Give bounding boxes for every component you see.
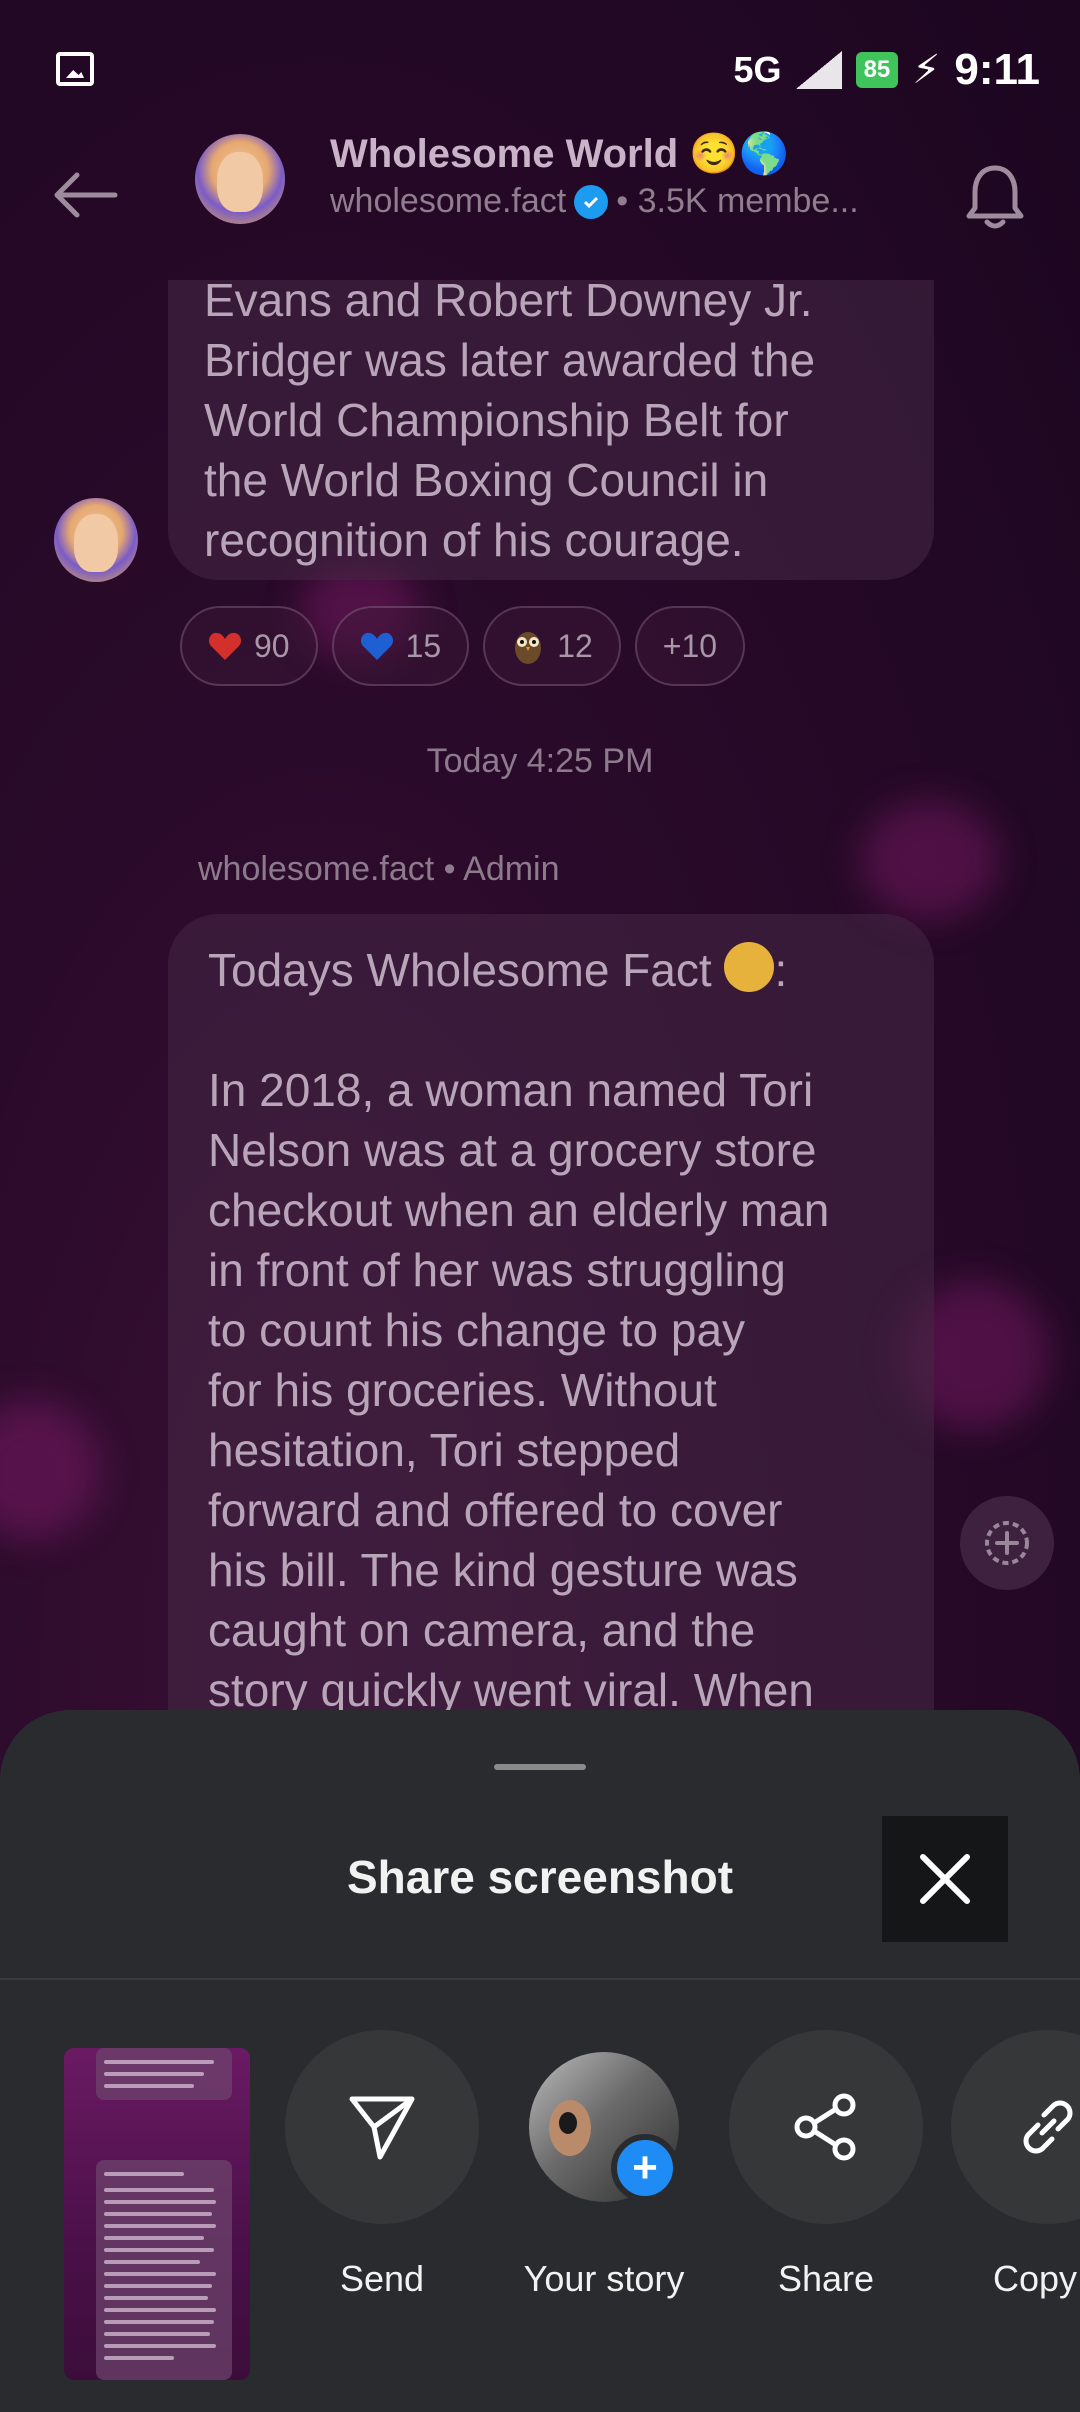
reaction-count: +10 (662, 627, 718, 664)
story-button[interactable]: + (507, 2030, 701, 2224)
status-icons: 5G 85 ⚡ 9:11 (734, 40, 1040, 100)
smiling-face-icon (724, 942, 775, 992)
send-button[interactable] (285, 2030, 479, 2224)
share-option-send[interactable]: Send (284, 2030, 480, 2300)
divider (0, 1978, 1080, 1980)
verified-badge-icon (574, 184, 609, 219)
share-label: Share (777, 2258, 875, 2299)
add-reaction-icon (985, 1521, 1029, 1565)
reaction-chip-blue-heart[interactable]: 15 (331, 606, 470, 686)
reaction-count: 15 (405, 627, 442, 664)
message-bubble[interactable]: Evans and Robert Downey Jr. Bridger was … (168, 280, 934, 580)
message-text: In 2018, a woman named Tori Nelson was a… (208, 1064, 830, 1710)
share-option-share[interactable]: Share (728, 2030, 924, 2300)
chat-thread[interactable]: Evans and Robert Downey Jr. Bridger was … (0, 280, 1080, 1710)
status-bar: 5G 85 ⚡ 9:11 (0, 0, 1080, 130)
share-sheet: Share screenshot Send + Your story Share… (0, 1710, 1080, 2412)
member-count: • 3.5K membe... (616, 182, 859, 220)
timestamp: Today 4:25 PM (426, 742, 654, 780)
drag-handle[interactable] (494, 1764, 586, 1770)
add-reaction-button[interactable] (960, 1496, 1054, 1590)
copy-link-label: Copy li (992, 2258, 1080, 2299)
message-text: Evans and Robert Downey Jr. Bridger was … (204, 280, 816, 566)
chat-header: Wholesome World ☺️🌎 wholesome.fact • 3.5… (0, 130, 1080, 280)
gallery-notification-icon (56, 52, 94, 86)
back-button[interactable] (44, 155, 124, 235)
blue-heart-icon (360, 632, 393, 660)
reaction-chip-red-heart[interactable]: 90 (180, 606, 318, 686)
share-option-copy-link[interactable]: Copy li (950, 2030, 1080, 2300)
send-label: Send (339, 2258, 425, 2299)
bell-icon (966, 165, 1024, 229)
close-icon (920, 1854, 970, 1904)
screenshot-thumbnail[interactable] (64, 2048, 250, 2380)
add-story-plus-icon: + (611, 2134, 679, 2202)
share-option-story[interactable]: + Your story (506, 2030, 702, 2300)
send-icon (349, 2096, 415, 2160)
your-story-label: Your story (523, 2258, 685, 2299)
share-button[interactable] (729, 2030, 923, 2224)
battery-badge: 85 (855, 52, 899, 88)
close-button[interactable] (882, 1816, 1008, 1942)
copy-link-button[interactable] (951, 2030, 1080, 2224)
red-heart-icon (208, 632, 242, 660)
group-subtitle: wholesome.fact • 3.5K membe... (330, 182, 859, 221)
network-type: 5G (733, 49, 782, 90)
clock: 9:11 (954, 45, 1040, 94)
sender-label: wholesome.fact • Admin (198, 850, 560, 888)
message-heading-text: Todays Wholesome Fact (208, 944, 712, 996)
reaction-count: 90 (254, 627, 290, 664)
group-avatar[interactable] (195, 134, 285, 224)
message-heading: Todays Wholesome Fact : (208, 940, 894, 1000)
reaction-count: 12 (557, 627, 593, 664)
owl-icon (515, 632, 542, 664)
share-icon (794, 2093, 856, 2161)
more-reactions-chip[interactable]: +10 (634, 606, 746, 686)
reaction-bar: 90 15 12 +10 (180, 606, 746, 686)
message-heading-suffix: : (774, 944, 788, 996)
group-handle: wholesome.fact (330, 182, 567, 220)
charging-icon: ⚡ (912, 48, 941, 92)
share-options-row: Send + Your story Share Copy (0, 2030, 1080, 2390)
sender-avatar[interactable] (54, 498, 138, 582)
notifications-button[interactable] (950, 152, 1040, 242)
message-bubble[interactable]: Todays Wholesome Fact : In 2018, a woman… (168, 914, 934, 1710)
group-title[interactable]: Wholesome World ☺️🌎 (330, 130, 789, 177)
arrow-left-icon (54, 172, 118, 218)
signal-icon (795, 51, 842, 89)
link-icon (1023, 2100, 1073, 2154)
reaction-chip-owl[interactable]: 12 (483, 606, 621, 686)
